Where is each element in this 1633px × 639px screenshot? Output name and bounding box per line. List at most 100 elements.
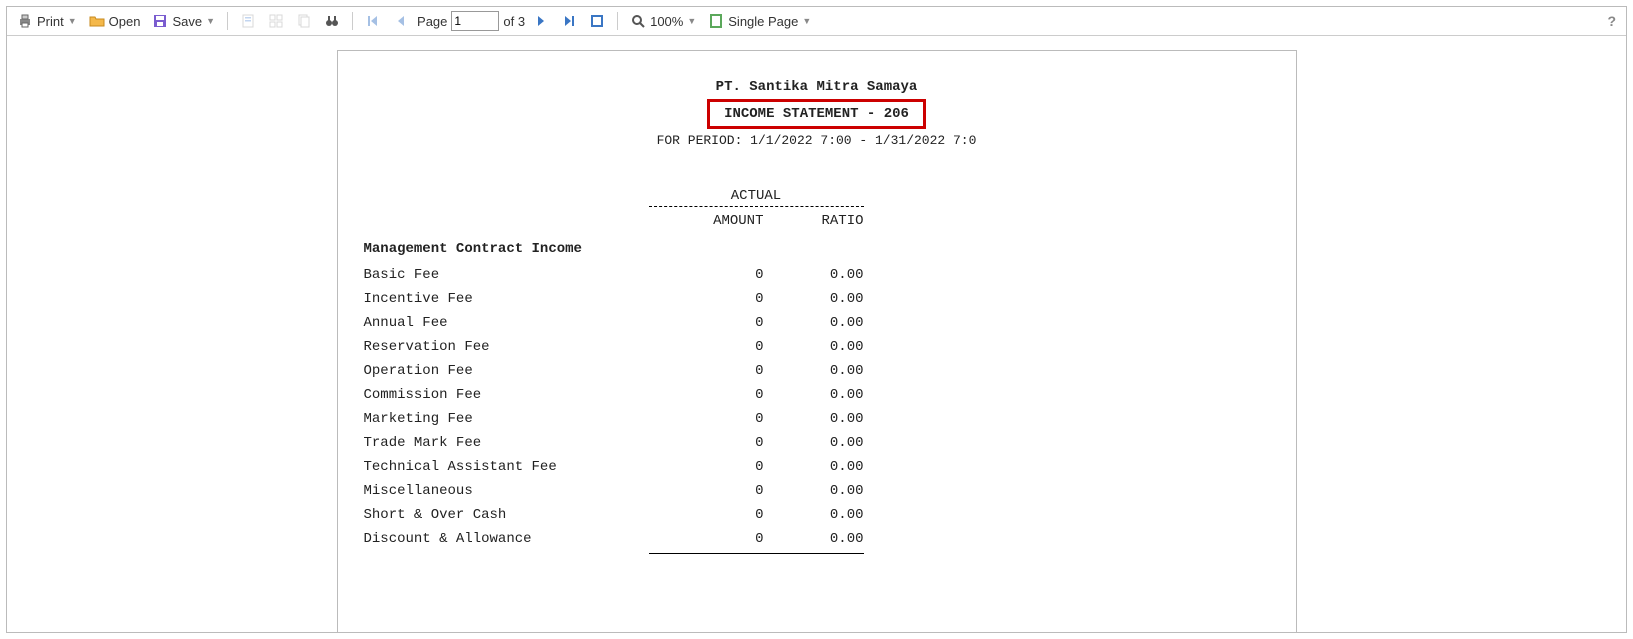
document-viewer[interactable]: PT. Santika Mitra Samaya INCOME STATEMEN… xyxy=(7,36,1626,633)
row-amount: 0 xyxy=(664,363,764,379)
caret-icon: ▼ xyxy=(68,16,77,26)
open-label: Open xyxy=(109,14,141,29)
row-amount: 0 xyxy=(664,411,764,427)
page-params-icon xyxy=(240,13,256,29)
row-amount: 0 xyxy=(664,267,764,283)
table-row: Annual Fee00.00 xyxy=(364,311,864,335)
col-header-ratio: RATIO xyxy=(764,213,864,229)
row-ratio: 0.00 xyxy=(764,315,864,331)
separator xyxy=(617,12,618,30)
page-total: of 3 xyxy=(503,14,525,29)
table-row: Commission Fee00.00 xyxy=(364,383,864,407)
col-header-amount: AMOUNT xyxy=(664,213,764,229)
row-desc: Commission Fee xyxy=(364,387,664,403)
row-ratio: 0.00 xyxy=(764,483,864,499)
row-amount: 0 xyxy=(664,291,764,307)
company-name: PT. Santika Mitra Samaya xyxy=(364,79,1270,95)
last-page-button[interactable] xyxy=(557,11,581,31)
row-ratio: 0.00 xyxy=(764,411,864,427)
table-row: Short & Over Cash00.00 xyxy=(364,503,864,527)
caret-icon: ▼ xyxy=(206,16,215,26)
view-mode-button[interactable]: Single Page ▼ xyxy=(704,11,815,31)
first-page-button[interactable] xyxy=(361,11,385,31)
table-row: Incentive Fee00.00 xyxy=(364,287,864,311)
last-page-icon xyxy=(561,13,577,29)
row-ratio: 0.00 xyxy=(764,507,864,523)
table-row: Basic Fee00.00 xyxy=(364,263,864,287)
row-desc: Operation Fee xyxy=(364,363,664,379)
folder-open-icon xyxy=(89,13,105,29)
col-group-actual: ACTUAL xyxy=(649,188,864,207)
magnifier-icon xyxy=(630,13,646,29)
page-input[interactable] xyxy=(451,11,499,31)
page-label: Page xyxy=(417,14,447,29)
row-desc: Basic Fee xyxy=(364,267,664,283)
row-ratio: 0.00 xyxy=(764,435,864,451)
row-desc: Incentive Fee xyxy=(364,291,664,307)
thumbnails-button[interactable] xyxy=(264,11,288,31)
thumbnails-icon xyxy=(268,13,284,29)
row-desc: Annual Fee xyxy=(364,315,664,331)
help-button[interactable]: ? xyxy=(1607,13,1616,29)
prev-page-icon xyxy=(393,13,409,29)
row-amount: 0 xyxy=(664,435,764,451)
print-label: Print xyxy=(37,14,64,29)
row-ratio: 0.00 xyxy=(764,459,864,475)
report-period: FOR PERIOD: 1/1/2022 7:00 - 1/31/2022 7:… xyxy=(364,133,1270,148)
save-button[interactable]: Save ▼ xyxy=(148,11,219,31)
caret-icon: ▼ xyxy=(802,16,811,26)
row-ratio: 0.00 xyxy=(764,291,864,307)
first-page-icon xyxy=(365,13,381,29)
table-row: Marketing Fee00.00 xyxy=(364,407,864,431)
separator xyxy=(352,12,353,30)
separator xyxy=(227,12,228,30)
caret-icon: ▼ xyxy=(687,16,696,26)
row-ratio: 0.00 xyxy=(764,363,864,379)
report-viewer-frame: Print ▼ Open Save ▼ xyxy=(6,6,1627,633)
table-row: Discount & Allowance00.00 xyxy=(364,527,864,551)
copy-button[interactable] xyxy=(292,11,316,31)
row-desc: Trade Mark Fee xyxy=(364,435,664,451)
report-page: PT. Santika Mitra Samaya INCOME STATEMEN… xyxy=(337,50,1297,633)
row-amount: 0 xyxy=(664,459,764,475)
row-desc: Miscellaneous xyxy=(364,483,664,499)
row-amount: 0 xyxy=(664,507,764,523)
prev-page-button[interactable] xyxy=(389,11,413,31)
row-ratio: 0.00 xyxy=(764,531,864,547)
report-title-highlight: INCOME STATEMENT - 206 xyxy=(707,99,926,129)
print-button[interactable]: Print ▼ xyxy=(13,11,81,31)
copy-icon xyxy=(296,13,312,29)
fullscreen-button[interactable] xyxy=(585,11,609,31)
toolbar: Print ▼ Open Save ▼ xyxy=(7,7,1626,36)
row-desc: Technical Assistant Fee xyxy=(364,459,664,475)
row-amount: 0 xyxy=(664,387,764,403)
row-ratio: 0.00 xyxy=(764,339,864,355)
single-page-icon xyxy=(708,13,724,29)
row-amount: 0 xyxy=(664,531,764,547)
fullscreen-icon xyxy=(589,13,605,29)
save-label: Save xyxy=(172,14,202,29)
table-row: Reservation Fee00.00 xyxy=(364,335,864,359)
table-row: Technical Assistant Fee00.00 xyxy=(364,455,864,479)
row-ratio: 0.00 xyxy=(764,387,864,403)
row-desc: Marketing Fee xyxy=(364,411,664,427)
open-button[interactable]: Open xyxy=(85,11,145,31)
binoculars-icon xyxy=(324,13,340,29)
zoom-label: 100% xyxy=(650,14,683,29)
section-title: Management Contract Income xyxy=(364,241,864,257)
table-row: Miscellaneous00.00 xyxy=(364,479,864,503)
subtotal-rule xyxy=(649,553,864,554)
next-page-button[interactable] xyxy=(529,11,553,31)
view-mode-label: Single Page xyxy=(728,14,798,29)
table-row: Trade Mark Fee00.00 xyxy=(364,431,864,455)
row-amount: 0 xyxy=(664,339,764,355)
row-desc: Short & Over Cash xyxy=(364,507,664,523)
zoom-button[interactable]: 100% ▼ xyxy=(626,11,700,31)
row-ratio: 0.00 xyxy=(764,267,864,283)
next-page-icon xyxy=(533,13,549,29)
parameters-button[interactable] xyxy=(236,11,260,31)
row-amount: 0 xyxy=(664,483,764,499)
find-button[interactable] xyxy=(320,11,344,31)
printer-icon xyxy=(17,13,33,29)
table-row: Operation Fee00.00 xyxy=(364,359,864,383)
